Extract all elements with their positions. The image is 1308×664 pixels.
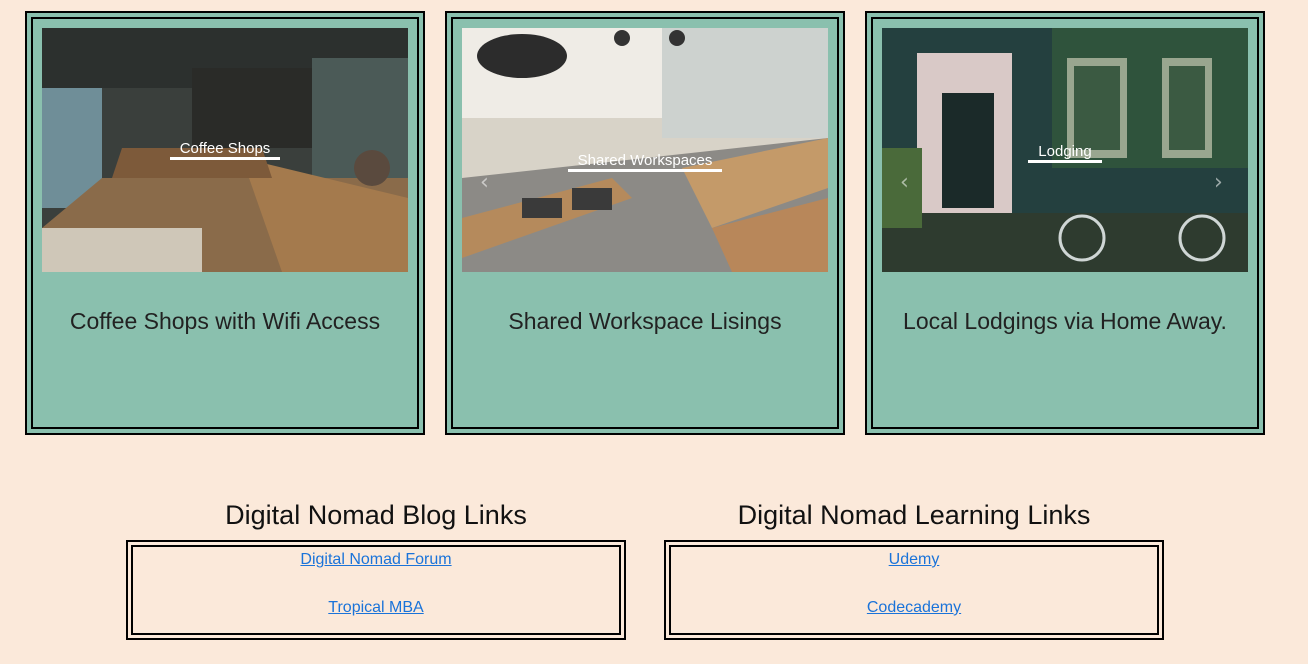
chevron-right-icon[interactable]: › (1214, 172, 1223, 194)
carousel-caption: Lodging (882, 143, 1248, 163)
card-shared-workspaces: Shared Workspaces ‹ Shared Workspace Lis… (445, 11, 845, 435)
link-digital-nomad-forum[interactable]: Digital Nomad Forum (128, 551, 624, 569)
card-lodging: Lodging ‹ › Local Lodgings via Home Away… (865, 11, 1265, 435)
carousel-image-coffee-shop[interactable]: Coffee Shops (42, 28, 408, 272)
link-codecademy[interactable]: Codecademy (666, 599, 1162, 617)
blog-links-box: Digital Nomad Forum Tropical MBA (126, 540, 626, 640)
carousel-caption: Coffee Shops (42, 140, 408, 160)
carousel-image-workspace[interactable]: Shared Workspaces ‹ (462, 28, 828, 272)
card-title: Shared Workspace Lisings (508, 308, 782, 334)
carousel-image-lodging[interactable]: Lodging ‹ › (882, 28, 1248, 272)
card-title: Local Lodgings via Home Away. (903, 308, 1227, 334)
chevron-left-icon[interactable]: ‹ (900, 172, 909, 194)
chevron-left-icon[interactable]: ‹ (480, 172, 489, 194)
link-tropical-mba[interactable]: Tropical MBA (128, 599, 624, 617)
blog-links-heading: Digital Nomad Blog Links (225, 500, 527, 530)
card-title: Coffee Shops with Wifi Access (69, 308, 381, 334)
card-coffee-shops: Coffee Shops Coffee Shops with Wifi Acce… (25, 11, 425, 435)
learning-links-box: Udemy Codecademy (664, 540, 1164, 640)
carousel-caption: Shared Workspaces (462, 152, 828, 172)
learning-links-heading: Digital Nomad Learning Links (737, 500, 1091, 530)
link-udemy[interactable]: Udemy (666, 551, 1162, 569)
